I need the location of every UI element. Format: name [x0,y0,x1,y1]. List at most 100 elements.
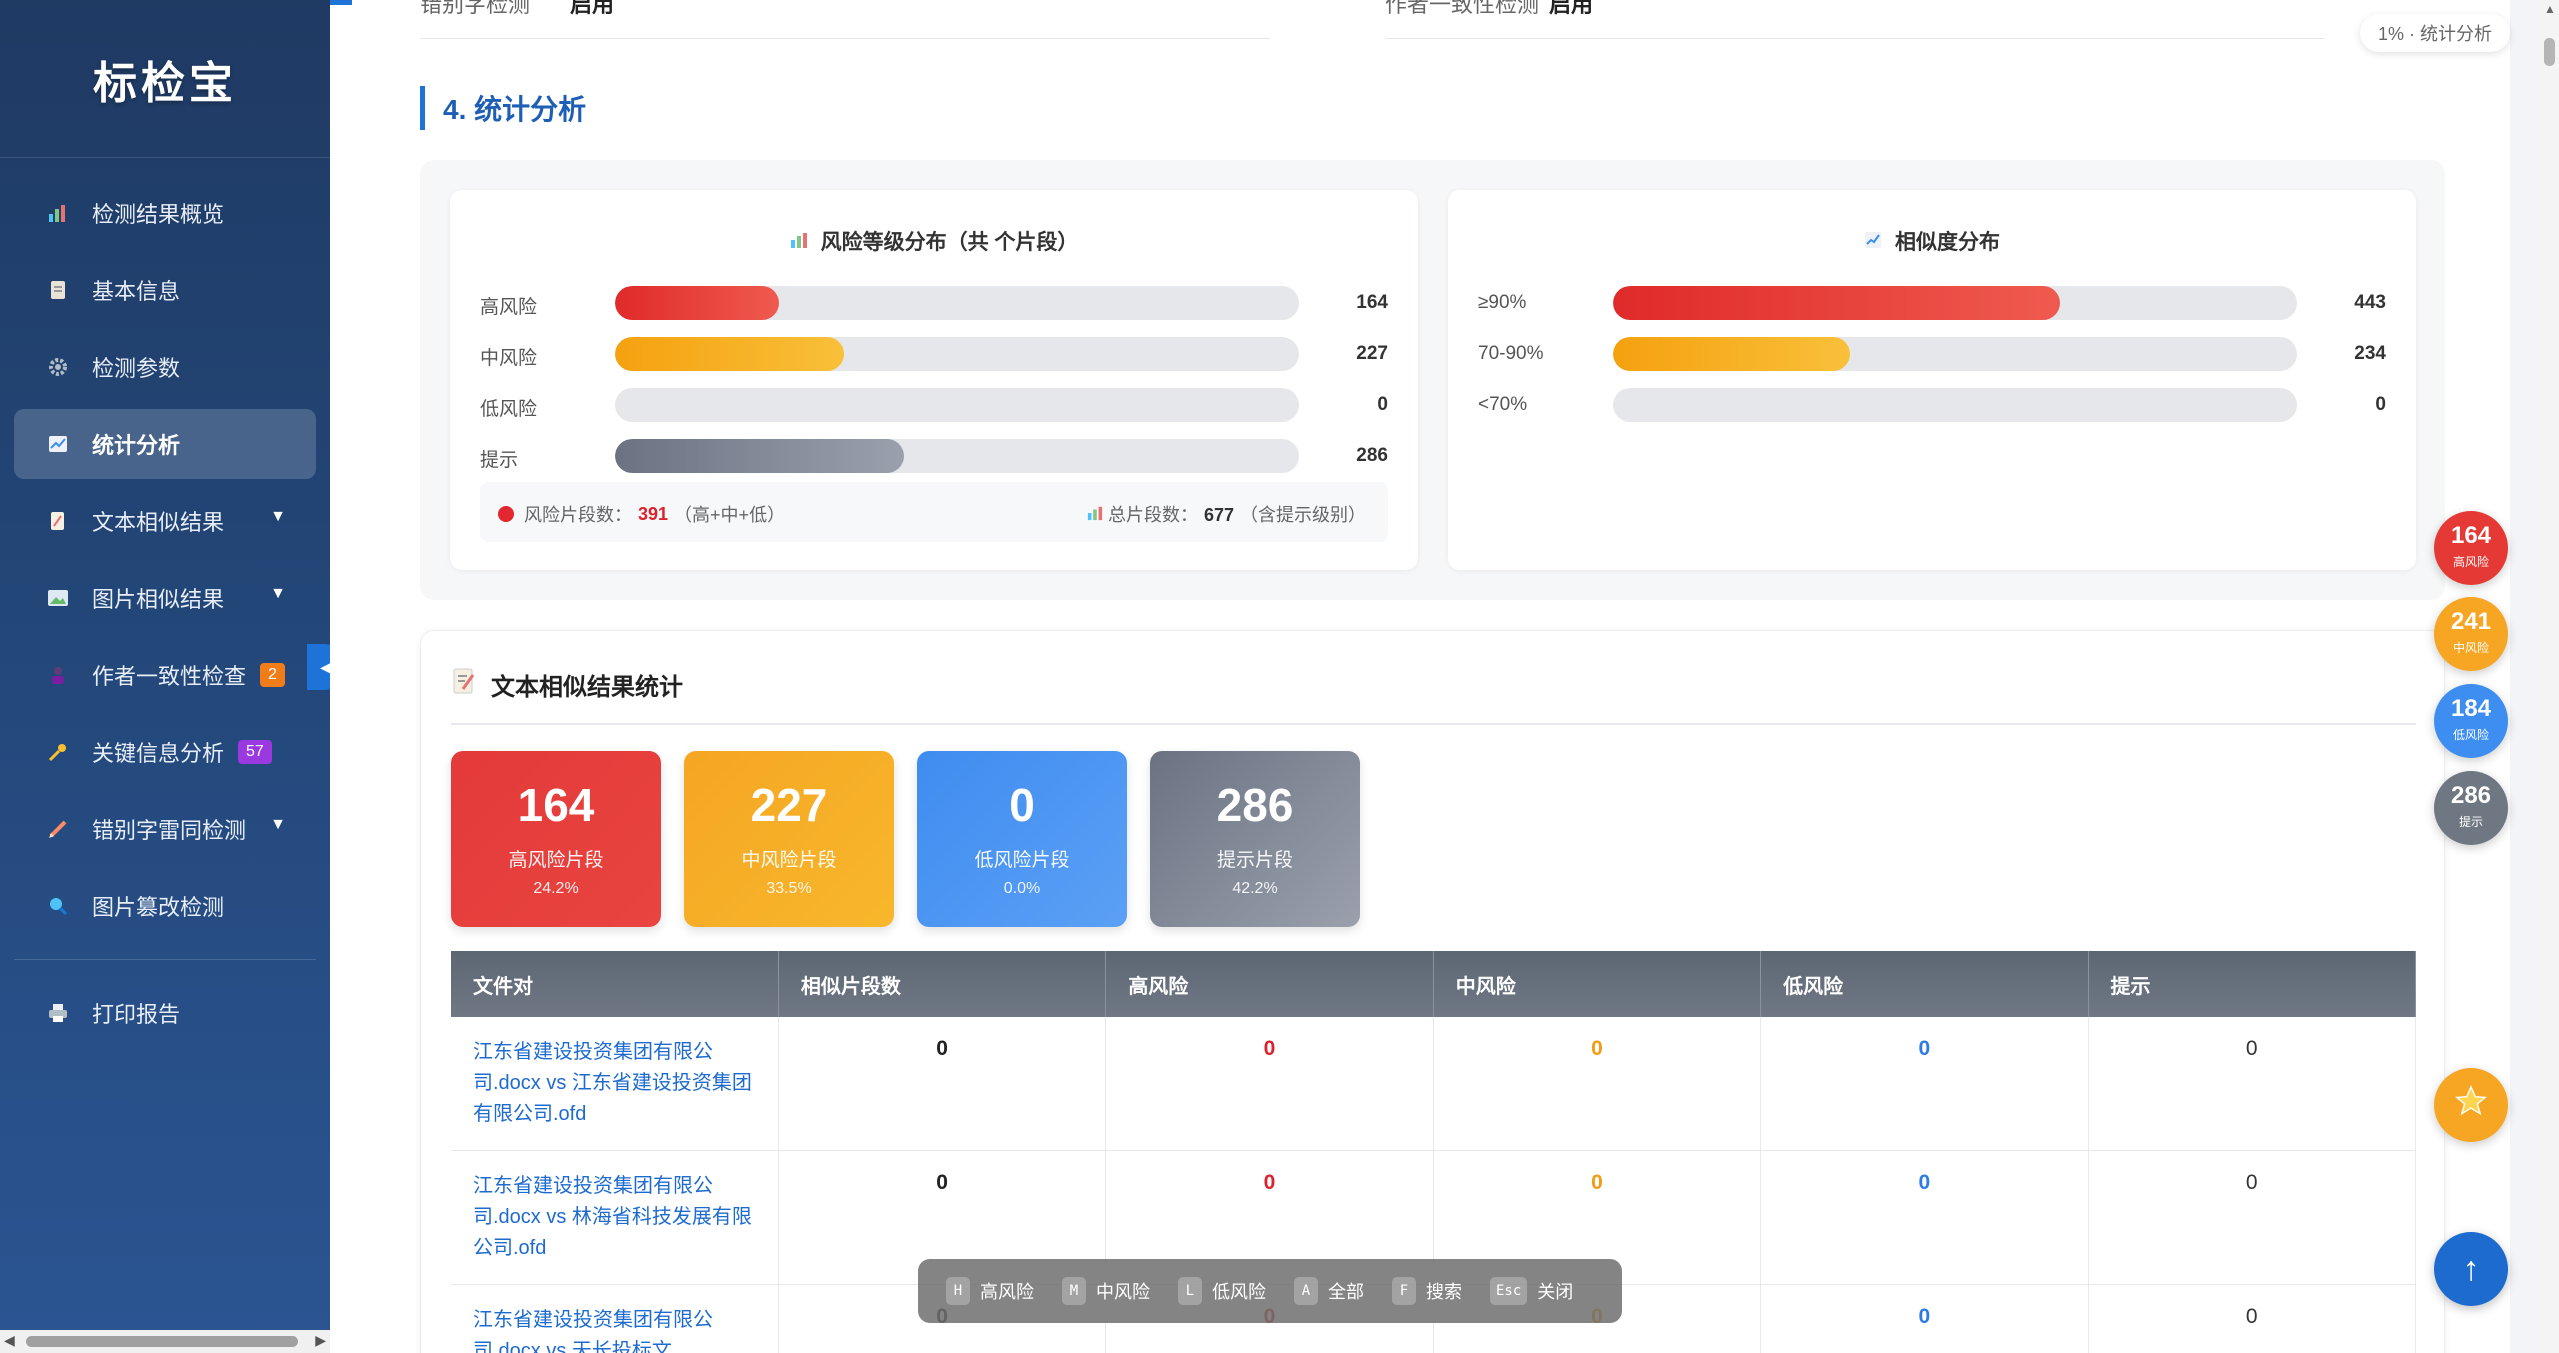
low-count: 0 [1760,1150,2089,1285]
float-high-risk-button[interactable]: 164 高风险 [2434,511,2508,585]
report-content: 错别字检测 启用 作者一致性检测 启用 4. 统计分析 风险等级分布（共 个片段） … [330,0,2510,1353]
similarity-bar-mid: 70-90% 234 [1478,337,2386,371]
param-row-author: 作者一致性检测 启用 [1385,0,1594,17]
stat-box-high[interactable]: 164 高风险片段 24.2% [451,751,661,927]
column-header[interactable]: 文件对 [451,951,779,1017]
bar-fill [615,337,845,371]
horizontal-scrollbar[interactable]: ◀ ▶ [0,1330,330,1353]
sidebar-item-key-info[interactable]: 关键信息分析 57 [14,717,316,787]
param-divider [1385,38,2325,39]
column-header[interactable]: 低风险 [1760,951,2089,1017]
column-header[interactable]: 提示 [2088,951,2417,1017]
magnifier-icon [46,894,70,918]
favorite-button[interactable] [2434,1068,2508,1142]
sidebar-item-label: 基本信息 [92,279,181,304]
sidebar-item-params[interactable]: 检测参数 [14,332,316,402]
file-pair-link[interactable]: 江东省建设投资集团有限公司.docx vs 林海省科技发展有限公司.ofd [451,1150,779,1285]
sidebar-item-image-similarity[interactable]: 图片相似结果 ▼ [14,563,316,633]
vertical-scrollbar[interactable]: ▲ [2540,0,2559,1353]
stat-box-hint[interactable]: 286 提示片段 42.2% [1150,751,1360,927]
count-badge: 57 [238,740,272,764]
stat-box-mid[interactable]: 227 中风险片段 33.5% [684,751,894,927]
main-area: 错别字检测 启用 作者一致性检测 启用 4. 统计分析 风险等级分布（共 个片段） … [330,0,2510,1353]
star-icon [2454,1084,2488,1127]
column-header[interactable]: 中风险 [1433,951,1762,1017]
sidebar: 标检宝 检测结果概览 基本信息 检测参数 统计分析 文本相似结果 ▼ 图片相似结… [0,0,330,1353]
scroll-right-arrow-icon[interactable]: ▶ [315,1332,326,1349]
shortcut-high[interactable]: H 高风险 [946,1277,1034,1305]
risk-bar-low: 低风险 0 [480,388,1388,422]
back-to-top-button[interactable]: ↑ [2434,1232,2508,1306]
sidebar-item-overview[interactable]: 检测结果概览 [14,178,316,248]
table-row: 江东省建设投资集团有限公司.docx vs 江东省建设投资集团有限公司.ofd … [451,1017,2417,1151]
gear-icon [46,355,70,379]
sidebar-item-label: 检测结果概览 [92,202,225,227]
hint-count: 0 [2088,1284,2417,1353]
shortcut-low[interactable]: L 低风险 [1178,1277,1266,1305]
keyboard-shortcut-bar: H 高风险 M 中风险 L 低风险 A 全部 F 搜索 Esc 关闭 [918,1259,1622,1323]
sidebar-divider [14,959,316,960]
sidebar-nav: 检测结果概览 基本信息 检测参数 统计分析 文本相似结果 ▼ 图片相似结果 ▼ … [0,158,330,1048]
sidebar-item-typo-check[interactable]: 错别字雷同检测 ▼ [14,794,316,864]
file-pair-link[interactable]: 江东省建设投资集团有限公司.docx vs 江东省建设投资集团有限公司.ofd [451,1017,779,1151]
float-hint-button[interactable]: 286 提示 [2434,771,2508,845]
chevron-down-icon[interactable]: ▼ [270,816,286,834]
scrollbar-thumb[interactable] [26,1336,298,1347]
key-icon [46,740,70,764]
float-low-risk-button[interactable]: 184 低风险 [2434,684,2508,758]
sidebar-item-label: 文本相似结果 [92,510,225,535]
sidebar-item-print-report[interactable]: 打印报告 [14,978,316,1048]
stat-box-low[interactable]: 0 低风险片段 0.0% [917,751,1127,927]
document-icon [46,278,70,302]
mid-count: 0 [1433,1017,1762,1151]
bar-fill [615,286,780,320]
hint-count: 0 [2088,1017,2417,1151]
charts-panel: 风险等级分布（共 个片段） 高风险 164 中风险 227 低风险 0 提示 2… [420,160,2445,600]
bar-chart-icon [1087,505,1103,525]
column-header[interactable]: 高风险 [1105,951,1434,1017]
param-divider [420,38,1270,39]
section-title: 4. 统计分析 [420,86,586,130]
arrow-up-icon: ↑ [2462,1249,2480,1288]
shortcut-mid[interactable]: M 中风险 [1062,1277,1150,1305]
sidebar-item-label: 检测参数 [92,356,181,381]
shortcut-search[interactable]: F 搜索 [1392,1277,1462,1305]
risk-bar-hint: 提示 286 [480,439,1388,473]
risk-bar-mid: 中风险 227 [480,337,1388,371]
bar-chart-icon [790,233,813,253]
scroll-left-arrow-icon[interactable]: ◀ [4,1332,15,1349]
sidebar-item-author-check[interactable]: 作者一致性检查 2 [14,640,316,710]
column-header[interactable]: 相似片段数 [778,951,1107,1017]
stats-divider [451,723,2416,725]
scroll-position-indicator: 1% · 统计分析 [2360,14,2510,52]
trend-chart-icon [1864,232,1887,253]
memo-icon [451,667,477,702]
high-count: 0 [1105,1017,1434,1151]
sidebar-item-text-similarity[interactable]: 文本相似结果 ▼ [14,486,316,556]
similarity-chart-title: 相似度分布 [1448,226,2416,256]
scrollbar-thumb[interactable] [2544,38,2555,66]
sidebar-item-label: 关键信息分析 [92,741,225,766]
scroll-up-arrow-icon[interactable]: ▲ [2544,2,2556,16]
bar-fill [1613,286,2061,320]
similarity-bar-high: ≥90% 443 [1478,286,2386,320]
risk-summary: 风险片段数： 391 （高+中+低） 总片段数： 677 （含提示级别） [480,482,1388,542]
file-pair-link[interactable]: 江东省建设投资集团有限公司.docx vs 天长投标文件-0508.pdf [451,1284,779,1353]
chevron-down-icon[interactable]: ▼ [270,585,286,603]
risk-chart-title: 风险等级分布（共 个片段） [450,226,1418,256]
trend-icon [46,432,70,456]
low-count: 0 [1760,1017,2089,1151]
chevron-down-icon[interactable]: ▼ [270,508,286,526]
risk-distribution-card: 风险等级分布（共 个片段） 高风险 164 中风险 227 低风险 0 提示 2… [450,190,1418,570]
shortcut-all[interactable]: A 全部 [1294,1277,1364,1305]
stats-title: 文本相似结果统计 [451,667,683,702]
shortcut-close[interactable]: Esc 关闭 [1490,1277,1573,1305]
printer-icon [46,1001,70,1025]
similar-count: 0 [778,1017,1107,1151]
count-badge: 2 [260,663,285,687]
sidebar-item-image-tamper[interactable]: 图片篡改检测 [14,871,316,941]
sidebar-item-basic-info[interactable]: 基本信息 [14,255,316,325]
low-count: 0 [1760,1284,2089,1353]
float-mid-risk-button[interactable]: 241 中风险 [2434,597,2508,671]
sidebar-item-statistics[interactable]: 统计分析 [14,409,316,479]
